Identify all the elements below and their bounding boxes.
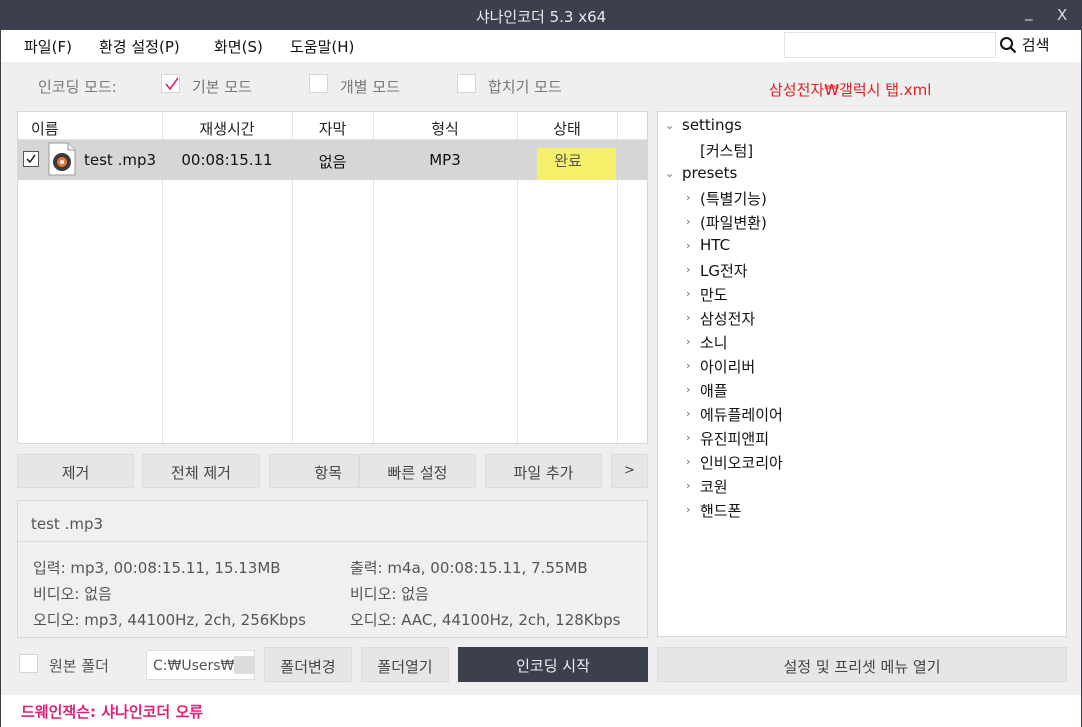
collapsed-arrow-icon[interactable]: ›	[686, 215, 690, 228]
column-header-subtitle[interactable]: 자막	[292, 118, 373, 139]
tree-node[interactable]: (특별기능)	[700, 188, 767, 209]
tree-node[interactable]: 소니	[700, 332, 728, 353]
source-folder-checkbox[interactable]	[19, 654, 38, 673]
collapsed-arrow-icon[interactable]: ›	[686, 455, 690, 468]
collapsed-arrow-icon[interactable]: ›	[686, 431, 690, 444]
menu-file[interactable]: 파일(F)	[24, 36, 72, 57]
column-header-format[interactable]: 형식	[373, 118, 517, 139]
tree-node[interactable]: LG전자	[700, 260, 748, 281]
basic-mode-checkbox[interactable]	[161, 74, 180, 93]
collapsed-arrow-icon[interactable]: ›	[686, 479, 690, 492]
close-button[interactable]: X	[1057, 6, 1067, 24]
collapsed-arrow-icon[interactable]: ›	[686, 263, 690, 276]
quick-settings-button[interactable]: 빠른 설정	[359, 454, 476, 488]
subtitle-cell: 없음	[318, 153, 347, 171]
encoding-mode-label: 인코딩 모드:	[38, 78, 117, 96]
collapsed-arrow-icon[interactable]: ›	[686, 383, 690, 396]
tree-node[interactable]: 아이리버	[700, 356, 755, 377]
duration-cell: 00:08:15.11	[181, 151, 273, 169]
collapsed-arrow-icon[interactable]: ›	[686, 359, 690, 372]
column-header-status[interactable]: 상태	[517, 118, 617, 139]
minimize-button[interactable]: _	[1025, 3, 1033, 21]
merge-mode-label: 합치기 모드	[488, 78, 562, 96]
change-folder-button[interactable]: 폴더변경	[264, 647, 352, 682]
tree-node[interactable]: 핸드폰	[700, 500, 741, 521]
add-file-button[interactable]: 파일 추가	[485, 454, 602, 488]
collapsed-arrow-icon[interactable]: ›	[686, 191, 690, 204]
search-input[interactable]	[784, 32, 996, 58]
status-bar: 드웨인잭슨: 샤나인코더 오류	[1, 695, 1081, 727]
tree-node-presets[interactable]: presets	[682, 164, 737, 182]
tree-node[interactable]: 애플	[700, 380, 728, 401]
remove-all-button[interactable]: 전체 제거	[142, 454, 260, 488]
masked-path	[234, 656, 254, 674]
window-title: 샤나인코더 5.3 x64	[475, 8, 607, 26]
info-divider	[18, 541, 647, 542]
search-button-label: 검색	[1021, 36, 1050, 54]
title-bar: 샤나인코더 5.3 x64 _ X	[1, 1, 1081, 30]
app-window: 샤나인코더 5.3 x64 _ X 파일(F) 환경 설정(P) 화면(S) 도…	[0, 0, 1082, 727]
file-name-cell: test .mp3	[84, 151, 157, 169]
collapsed-arrow-icon[interactable]: ›	[686, 503, 690, 516]
tree-node[interactable]: 코원	[700, 476, 728, 497]
status-message: 드웨인잭슨: 샤나인코더 오류	[21, 703, 204, 721]
collapsed-arrow-icon[interactable]: ›	[686, 407, 690, 420]
tree-node[interactable]: (파일변환)	[700, 212, 767, 233]
open-folder-button[interactable]: 폴더열기	[361, 647, 449, 682]
info-file-name: test .mp3	[31, 515, 104, 533]
remove-button[interactable]: 제거	[17, 454, 134, 488]
tree-node-custom[interactable]: [커스텀]	[700, 140, 753, 161]
tree-node[interactable]: 삼성전자	[700, 308, 755, 329]
input-video-info: 비디오: 없음	[33, 585, 112, 603]
input-audio-info: 오디오: mp3, 44100Hz, 2ch, 256Kbps	[33, 611, 306, 629]
format-cell: MP3	[429, 151, 461, 169]
merge-mode-checkbox[interactable]	[457, 74, 476, 93]
source-folder-label: 원본 폴더	[49, 657, 109, 675]
collapsed-arrow-icon[interactable]: ›	[686, 335, 690, 348]
row-checkbox[interactable]	[23, 151, 39, 167]
items-button[interactable]: 항목	[269, 454, 359, 488]
check-mark-icon	[165, 77, 179, 91]
output-video-info: 비디오: 없음	[350, 585, 429, 603]
menu-view[interactable]: 화면(S)	[214, 36, 263, 57]
tree-node[interactable]: 에듀플레이어	[700, 404, 783, 425]
tree-node[interactable]: HTC	[700, 236, 730, 254]
menu-preferences[interactable]: 환경 설정(P)	[99, 36, 180, 57]
expanded-arrow-icon[interactable]: ⌄	[665, 119, 674, 132]
collapsed-arrow-icon[interactable]: ›	[686, 311, 690, 324]
collapsed-arrow-icon[interactable]: ›	[686, 287, 690, 300]
column-header-name[interactable]: 이름	[31, 118, 59, 139]
preset-tree[interactable]: ⌄ settings [커스텀] ⌄ presets › (특별기능) › (파…	[657, 111, 1067, 637]
individual-mode-label: 개별 모드	[340, 78, 400, 96]
status-badge: 완료	[554, 152, 582, 170]
tree-node[interactable]: 인비오코리아	[700, 452, 783, 473]
collapsed-arrow-icon[interactable]: ›	[686, 239, 690, 252]
table-row[interactable]: test .mp3 00:08:15.11 없음 MP3 완료	[18, 140, 647, 180]
output-path-field[interactable]: C:₩Users₩	[146, 650, 255, 680]
file-list[interactable]: 이름 재생시간 자막 형식 상태 test .mp3 00:08:15.11 없…	[17, 111, 648, 444]
menu-help[interactable]: 도움말(H)	[290, 36, 354, 57]
check-mark-icon	[26, 154, 36, 164]
expanded-arrow-icon[interactable]: ⌄	[665, 167, 674, 180]
individual-mode-checkbox[interactable]	[309, 74, 328, 93]
file-info-panel: test .mp3 입력: mp3, 00:08:15.11, 15.13MB …	[17, 500, 648, 638]
search-button[interactable]: 검색	[999, 34, 1049, 58]
audio-file-icon	[48, 142, 76, 180]
open-settings-menu-button[interactable]: 설정 및 프리셋 메뉴 열기	[657, 647, 1067, 682]
output-audio-info: 오디오: AAC, 44100Hz, 2ch, 128Kbps	[350, 611, 621, 629]
search-icon	[999, 36, 1017, 54]
basic-mode-label: 기본 모드	[192, 78, 252, 96]
tree-node[interactable]: 유진피앤피	[700, 428, 769, 449]
more-button[interactable]: >	[611, 454, 648, 488]
column-header-duration[interactable]: 재생시간	[162, 118, 292, 139]
input-info: 입력: mp3, 00:08:15.11, 15.13MB	[33, 559, 281, 577]
start-encoding-button[interactable]: 인코딩 시작	[458, 647, 648, 682]
output-path-text: C:₩Users₩	[153, 658, 235, 674]
tree-node-settings[interactable]: settings	[682, 116, 742, 134]
output-info: 출력: m4a, 00:08:15.11, 7.55MB	[350, 559, 588, 577]
preset-file-path: 삼성전자₩갤럭시 탭.xml	[769, 81, 932, 99]
tree-node[interactable]: 만도	[700, 284, 728, 305]
